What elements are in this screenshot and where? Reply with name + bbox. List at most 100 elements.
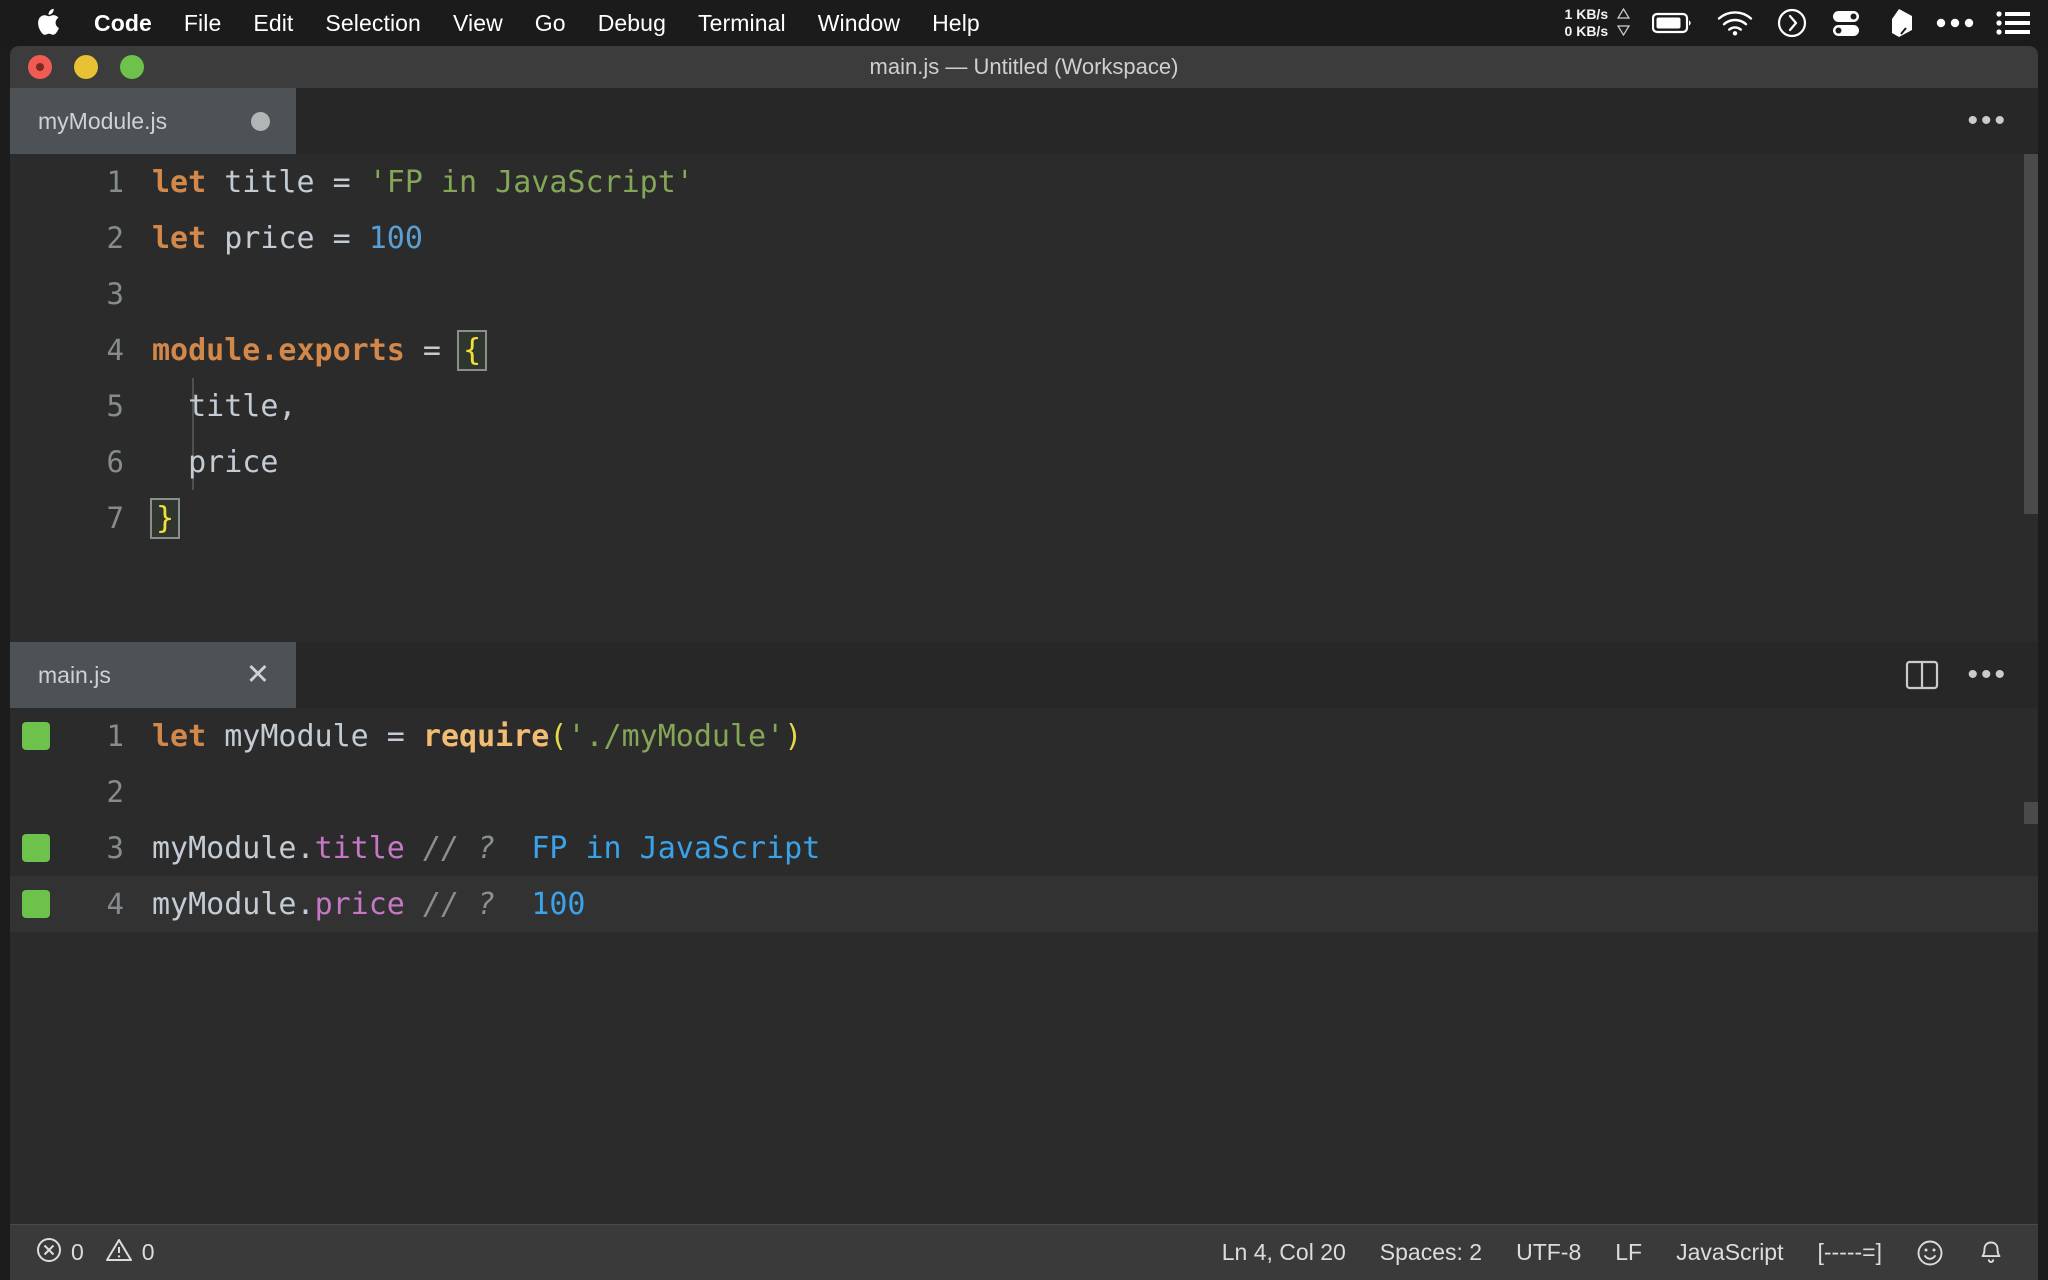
token: . bbox=[296, 886, 315, 922]
token: . bbox=[296, 830, 315, 866]
code-line[interactable]: 6 price bbox=[10, 434, 2038, 490]
menu-item-terminal[interactable]: Terminal bbox=[682, 10, 802, 37]
code-line[interactable]: 7 } bbox=[10, 490, 2038, 546]
battery-icon[interactable] bbox=[1652, 11, 1694, 35]
token: let bbox=[152, 220, 207, 256]
token: myModule bbox=[224, 718, 369, 754]
line-number: 3 bbox=[106, 277, 124, 311]
code-line[interactable]: 3 bbox=[10, 266, 2038, 322]
code-line[interactable]: 2 let price = 100 bbox=[10, 210, 2038, 266]
code-text: let title = 'FP in JavaScript' bbox=[152, 165, 694, 200]
tabbar-actions-top: ••• bbox=[1967, 88, 2038, 154]
token: title bbox=[224, 164, 315, 200]
quokka-status[interactable]: [-----=] bbox=[1817, 1239, 1882, 1266]
upload-arrow-icon bbox=[1616, 6, 1631, 23]
error-icon bbox=[36, 1237, 62, 1269]
status-bar-left: 0 0 bbox=[10, 1237, 155, 1269]
vscode-window: main.js — Untitled (Workspace) myModule.… bbox=[10, 46, 2038, 1280]
close-icon[interactable]: ✕ bbox=[246, 660, 270, 690]
code-line[interactable]: 4 myModule.price // ? 100 bbox=[10, 876, 2038, 932]
status-bar-right: Ln 4, Col 20 Spaces: 2 UTF-8 LF JavaScri… bbox=[1222, 1239, 2038, 1267]
menu-item-edit[interactable]: Edit bbox=[237, 10, 309, 37]
network-speed-indicator[interactable]: 1 KB/s 0 KB/s bbox=[1564, 6, 1631, 40]
list-icon[interactable] bbox=[1996, 10, 2030, 36]
menu-item-code[interactable]: Code bbox=[88, 10, 168, 37]
smiley-icon[interactable] bbox=[1916, 1239, 1944, 1267]
code-area-bottom[interactable]: 1 let myModule = require('./myModule') 2… bbox=[10, 708, 2038, 1208]
editor-scrollbar-bottom[interactable] bbox=[2024, 802, 2038, 824]
cursor-position[interactable]: Ln 4, Col 20 bbox=[1222, 1239, 1346, 1266]
dropbox-icon[interactable] bbox=[1884, 7, 1914, 39]
token: price bbox=[224, 220, 315, 256]
code-text: myModule.title // ? FP in JavaScript bbox=[152, 831, 820, 866]
macos-menu-bar: Code File Edit Selection View Go Debug T… bbox=[0, 0, 2048, 46]
quokka-marker-icon bbox=[22, 722, 50, 750]
token: // ? bbox=[422, 830, 496, 866]
network-download-value: 0 KB/s bbox=[1564, 23, 1609, 39]
maximize-button[interactable] bbox=[120, 55, 144, 79]
close-button[interactable] bbox=[28, 55, 52, 79]
code-text: price bbox=[152, 445, 278, 480]
menu-item-window[interactable]: Window bbox=[802, 10, 916, 37]
sliders-icon[interactable] bbox=[1830, 7, 1862, 39]
code-line[interactable]: 2 bbox=[10, 764, 2038, 820]
token: // ? bbox=[422, 886, 496, 922]
token: let bbox=[152, 718, 207, 754]
window-titlebar: main.js — Untitled (Workspace) bbox=[10, 46, 2038, 88]
menu-item-view[interactable]: View bbox=[437, 10, 519, 37]
apple-logo-icon[interactable] bbox=[36, 7, 62, 37]
minimize-button[interactable] bbox=[74, 55, 98, 79]
menu-item-file[interactable]: File bbox=[168, 10, 237, 37]
indentation-setting[interactable]: Spaces: 2 bbox=[1380, 1239, 1482, 1266]
code-line[interactable]: 3 myModule.title // ? FP in JavaScript bbox=[10, 820, 2038, 876]
token: ) bbox=[784, 718, 803, 754]
code-line[interactable]: 5 title, bbox=[10, 378, 2038, 434]
download-arrow-icon bbox=[1616, 23, 1631, 40]
more-actions-icon[interactable]: ••• bbox=[1967, 106, 2008, 136]
eol-setting[interactable]: LF bbox=[1615, 1239, 1642, 1266]
token: 100 bbox=[368, 220, 423, 256]
code-area-top[interactable]: 1 let title = 'FP in JavaScript' 2 let p… bbox=[10, 154, 2038, 642]
code-line[interactable]: 1 let title = 'FP in JavaScript' bbox=[10, 154, 2038, 210]
code-line[interactable]: 4 module.exports = { bbox=[10, 322, 2038, 378]
code-text: let myModule = require('./myModule') bbox=[152, 719, 802, 754]
network-upload-value: 1 KB/s bbox=[1564, 6, 1609, 22]
token: module.exports bbox=[152, 332, 405, 368]
more-actions-icon[interactable]: ••• bbox=[1967, 660, 2008, 690]
clock-icon[interactable] bbox=[1776, 7, 1808, 39]
code-line[interactable]: 1 let myModule = require('./myModule') bbox=[10, 708, 2038, 764]
line-number: 7 bbox=[106, 501, 124, 535]
token: ( bbox=[549, 718, 568, 754]
menu-item-debug[interactable]: Debug bbox=[582, 10, 682, 37]
wifi-icon[interactable] bbox=[1716, 10, 1754, 36]
editor-group-bottom: main.js ✕ ••• 1 let myModule = require('… bbox=[10, 642, 2038, 1264]
line-number: 6 bbox=[106, 445, 124, 479]
token: = bbox=[368, 718, 423, 754]
code-text: } bbox=[149, 497, 181, 539]
menu-item-go[interactable]: Go bbox=[519, 10, 582, 37]
editor-scrollbar-top[interactable] bbox=[2024, 154, 2038, 514]
tab-mymodule-js[interactable]: myModule.js bbox=[10, 88, 296, 154]
inline-value: FP in JavaScript bbox=[531, 830, 821, 866]
unsaved-dot-icon[interactable] bbox=[251, 111, 270, 131]
bell-icon[interactable] bbox=[1978, 1239, 2004, 1267]
problems-indicator[interactable]: 0 0 bbox=[36, 1237, 155, 1269]
token: = bbox=[404, 332, 460, 368]
token: let bbox=[152, 164, 207, 200]
traffic-lights bbox=[10, 55, 144, 79]
menu-item-selection[interactable]: Selection bbox=[309, 10, 437, 37]
tab-main-js[interactable]: main.js ✕ bbox=[10, 642, 296, 708]
language-mode[interactable]: JavaScript bbox=[1676, 1239, 1783, 1266]
tabbar-top: myModule.js ••• bbox=[10, 88, 2038, 154]
token: = bbox=[314, 220, 369, 256]
ellipsis-icon[interactable] bbox=[1936, 17, 1974, 29]
split-editor-icon[interactable] bbox=[1905, 659, 1939, 691]
tabbar-bottom: main.js ✕ ••• bbox=[10, 642, 2038, 708]
token: myModule bbox=[152, 886, 297, 922]
encoding-setting[interactable]: UTF-8 bbox=[1516, 1239, 1581, 1266]
token: title, bbox=[152, 388, 297, 424]
menu-item-help[interactable]: Help bbox=[916, 10, 996, 37]
